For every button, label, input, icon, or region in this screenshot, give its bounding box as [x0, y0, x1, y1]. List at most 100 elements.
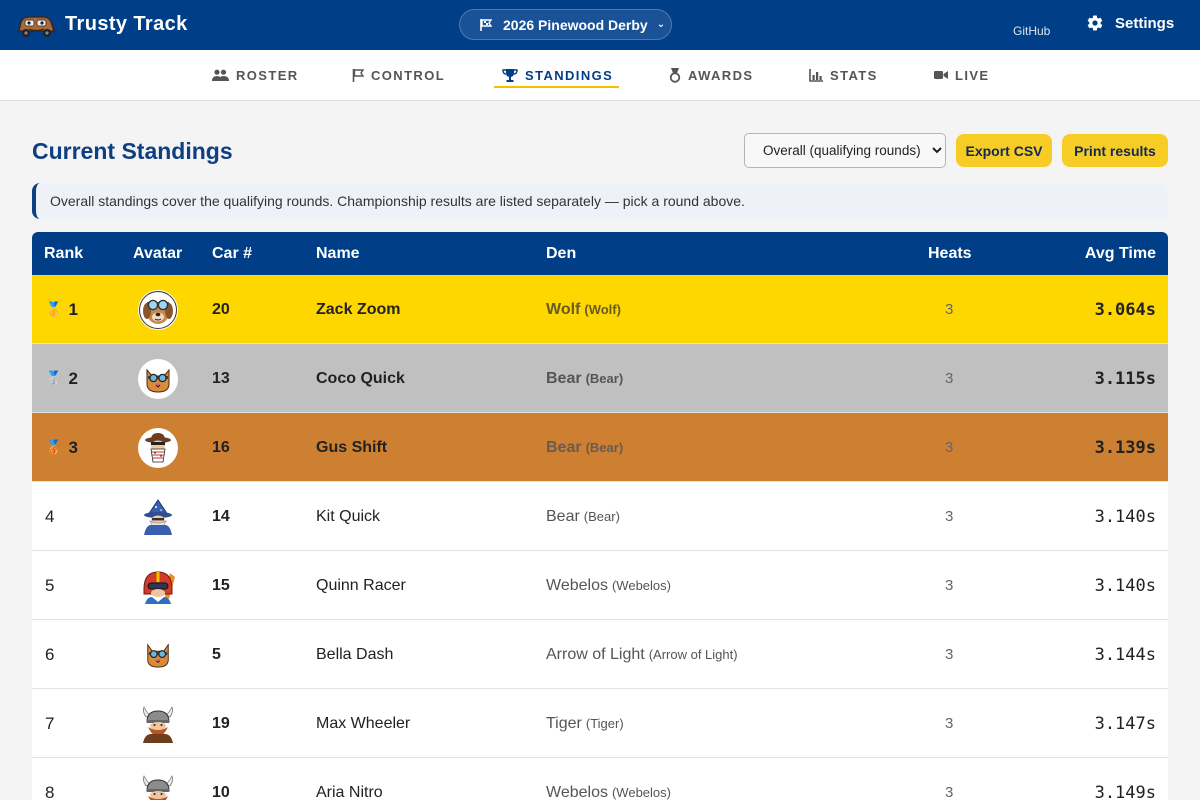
avg-time: 3.064s — [1094, 299, 1156, 320]
avatar[interactable] — [138, 704, 178, 744]
tab-roster-label: ROSTER — [236, 67, 299, 83]
racer-name[interactable]: Zack Zoom — [316, 275, 400, 344]
event-selector[interactable]: 2026 Pinewood Derby ⌄ — [459, 9, 672, 40]
chevron-down-icon: ⌄ — [656, 19, 666, 30]
racer-name[interactable]: Bella Dash — [316, 620, 393, 689]
bar-chart-icon — [809, 68, 823, 82]
table-row[interactable]: 4 14 Kit Quick Bear (Bear) 3 3.140s — [32, 482, 1168, 551]
github-link[interactable]: GitHub — [1013, 24, 1050, 38]
active-tab-indicator — [494, 86, 619, 88]
avg-time: 3.147s — [1094, 713, 1156, 734]
dog-goggles-avatar-icon — [139, 290, 177, 329]
racer-name[interactable]: Gus Shift — [316, 413, 387, 482]
header-avg-time[interactable]: Avg Time — [1085, 245, 1156, 263]
den-subtitle: (Bear) — [585, 440, 624, 455]
trophy-icon — [502, 69, 518, 82]
car-number: 15 — [212, 576, 230, 594]
rank-value: 2 — [68, 368, 78, 388]
round-select[interactable]: Overall (qualifying rounds) — [744, 133, 946, 168]
page-title: Current Standings — [32, 138, 233, 164]
rank-value: 3 — [68, 437, 78, 457]
print-results-button[interactable]: Print results — [1062, 134, 1168, 167]
tab-stats[interactable]: STATS — [809, 66, 878, 84]
standings-table: Rank Avatar Car # Name Den Heats Avg Tim… — [32, 232, 1168, 800]
heats-count: 3 — [945, 370, 954, 387]
den-subtitle: (Wolf) — [584, 302, 621, 317]
settings-label: Settings — [1115, 14, 1175, 32]
header-den[interactable]: Den — [546, 245, 576, 263]
avatar[interactable] — [138, 358, 178, 399]
tab-control[interactable]: CONTROL — [352, 66, 445, 84]
avatar[interactable] — [138, 635, 178, 675]
racer-name[interactable]: Coco Quick — [316, 344, 405, 413]
avatar-cell — [138, 344, 178, 413]
rank-value: 6 — [45, 644, 55, 664]
tab-standings[interactable]: STANDINGS — [502, 66, 613, 84]
heats-count: 3 — [945, 508, 954, 525]
den-cell: Arrow of Light (Arrow of Light) — [546, 620, 738, 689]
tab-live[interactable]: LIVE — [934, 66, 990, 84]
racer-name[interactable]: Aria Nitro — [316, 758, 383, 800]
main-nav: ROSTER CONTROL STANDINGS AWARDS STATS LI… — [0, 50, 1200, 101]
table-row[interactable]: 8 10 Aria Nitro Webelos (Webelos) 3 3.14… — [32, 758, 1168, 800]
avg-time: 3.140s — [1094, 575, 1156, 596]
avg-time: 3.139s — [1094, 437, 1156, 458]
den-name: Arrow of Light — [546, 645, 645, 663]
header-car[interactable]: Car # — [212, 245, 252, 263]
car-number: 10 — [212, 783, 230, 800]
avatar[interactable] — [138, 289, 178, 330]
rank-cell: 🥈 2 — [45, 344, 78, 413]
table-row[interactable]: 5 15 Quinn Racer Webelos (Webelos) 3 3.1… — [32, 551, 1168, 620]
header-name[interactable]: Name — [316, 245, 360, 263]
den-name: Bear — [546, 369, 582, 387]
den-name: Tiger — [546, 714, 582, 732]
racer-name[interactable]: Max Wheeler — [316, 689, 410, 758]
table-row[interactable]: 🥈 2 13 Coco Quick Bear (Bear) 3 3.115s — [32, 344, 1168, 413]
gear-icon — [1087, 15, 1103, 31]
rank-value: 8 — [45, 782, 55, 800]
car-number: 5 — [212, 645, 221, 663]
avatar[interactable] — [138, 427, 178, 468]
den-cell: Tiger (Tiger) — [546, 689, 624, 758]
den-subtitle: (Arrow of Light) — [648, 647, 738, 662]
viking-avatar-icon — [142, 705, 174, 743]
rank-value: 4 — [45, 506, 55, 526]
export-csv-button[interactable]: Export CSV — [956, 134, 1052, 167]
den-subtitle: (Webelos) — [611, 578, 671, 593]
bronze-medal-icon: 🥉 — [45, 439, 63, 455]
car-number: 20 — [212, 300, 230, 318]
racer-name[interactable]: Kit Quick — [316, 482, 380, 551]
table-row[interactable]: 🥇 1 20 Zack Zoom Wolf (Wolf) 3 3.064s — [32, 275, 1168, 344]
header-heats[interactable]: Heats — [928, 245, 972, 263]
settings-button[interactable]: Settings — [1086, 14, 1174, 32]
tab-stats-label: STATS — [830, 67, 878, 83]
tab-awards[interactable]: AWARDS — [669, 66, 753, 84]
avg-time: 3.115s — [1094, 368, 1156, 389]
car-logo-icon[interactable] — [16, 9, 56, 41]
silver-medal-icon: 🥈 — [45, 370, 63, 386]
avatar-cell — [138, 482, 178, 551]
flag-icon — [480, 18, 493, 31]
car-number: 19 — [212, 714, 230, 732]
cat-goggles-avatar-icon — [146, 368, 170, 393]
heats-count: 3 — [945, 577, 954, 594]
table-row[interactable]: 7 19 Max Wheeler Tiger (Tiger) 3 3.147s — [32, 689, 1168, 758]
heats-count: 3 — [945, 784, 954, 800]
avatar[interactable] — [138, 497, 178, 537]
den-cell: Webelos (Webelos) — [546, 758, 671, 800]
table-row[interactable]: 🥉 3 16 Gus Shift Bear (Bear) 3 3.139s — [32, 413, 1168, 482]
racer-name[interactable]: Quinn Racer — [316, 551, 406, 620]
table-row[interactable]: 6 5 Bella Dash Arrow of Light (Arrow of … — [32, 620, 1168, 689]
tab-roster[interactable]: ROSTER — [212, 66, 299, 84]
avatar[interactable] — [138, 566, 178, 606]
users-icon — [212, 69, 229, 81]
header-rank[interactable]: Rank — [44, 245, 83, 263]
den-name: Bear — [546, 438, 582, 456]
tab-standings-label: STANDINGS — [525, 67, 614, 83]
gold-medal-icon: 🥇 — [45, 301, 63, 317]
avatar-cell — [138, 275, 178, 344]
app-title[interactable]: Trusty Track — [65, 13, 188, 36]
den-cell: Bear (Bear) — [546, 344, 623, 413]
heats-count: 3 — [945, 439, 954, 456]
avatar[interactable] — [138, 773, 178, 800]
